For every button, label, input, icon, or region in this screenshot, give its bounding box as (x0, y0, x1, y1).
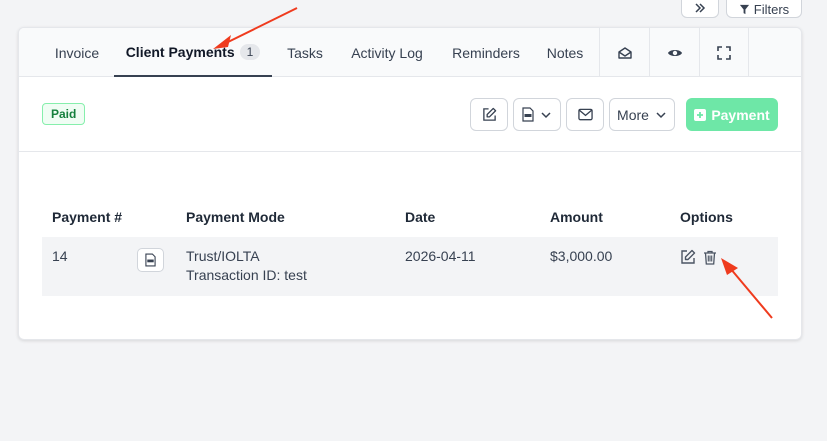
payment-pdf-button[interactable] (137, 248, 164, 272)
payment-number: 14 (52, 248, 68, 264)
envelope-open-icon (617, 46, 632, 59)
edit-payment-button[interactable] (679, 248, 697, 266)
tab-label: Client Payments (125, 43, 235, 60)
tab-label: Tasks (287, 44, 323, 61)
delete-payment-button[interactable] (701, 248, 719, 266)
tab-fullscreen[interactable] (699, 28, 749, 77)
tab-preview[interactable] (649, 28, 699, 77)
chevron-down-icon (656, 111, 666, 118)
expand-icon (717, 45, 731, 60)
tab-activity-log[interactable]: Activity Log (345, 28, 429, 77)
tab-tasks[interactable]: Tasks (280, 28, 330, 77)
tab-notes[interactable]: Notes (541, 28, 589, 77)
tab-client-payments[interactable]: Client Payments 1 (114, 28, 272, 77)
column-header-date: Date (405, 209, 436, 225)
add-payment-button[interactable]: Payment (686, 98, 778, 131)
tab-reminders[interactable]: Reminders (447, 28, 525, 77)
tab-bar: Invoice Client Payments 1 Tasks Activity… (19, 28, 801, 77)
funnel-icon (739, 4, 749, 14)
edit-invoice-button[interactable] (470, 98, 508, 131)
tab-label: Activity Log (351, 44, 423, 61)
envelope-icon (577, 108, 593, 121)
trash-icon (704, 250, 716, 265)
more-dropdown-button[interactable]: More (609, 98, 675, 131)
pencil-square-icon (482, 107, 496, 121)
pdf-dropdown-button[interactable] (513, 98, 561, 131)
filters-button[interactable]: Filters (726, 0, 802, 18)
tab-label: Reminders (452, 44, 520, 61)
payment-mode: Trust/IOLTA (186, 248, 260, 264)
collapse-button[interactable] (681, 0, 719, 18)
payment-date: 2026-04-11 (405, 248, 476, 264)
tab-count-badge: 1 (239, 43, 261, 60)
plus-square-icon (694, 108, 707, 121)
filters-label: Filters (753, 1, 790, 17)
status-badge: Paid (42, 103, 86, 125)
chevron-down-icon (541, 111, 551, 118)
pencil-square-icon (681, 249, 696, 264)
payment-mode-cell: Trust/IOLTA Transaction ID: test (186, 247, 307, 285)
column-header-options: Options (680, 209, 733, 225)
payment-label: Payment (711, 106, 770, 123)
tab-email[interactable] (599, 28, 649, 77)
table-row: 14 Trust/IOLTA Transaction ID: test 2026… (42, 237, 778, 296)
invoice-panel: Invoice Client Payments 1 Tasks Activity… (18, 27, 802, 340)
pdf-file-icon (145, 253, 156, 267)
double-chevron-right-icon (695, 3, 706, 13)
tab-label: Invoice (54, 44, 100, 61)
pdf-file-icon (522, 107, 534, 122)
column-header-amount: Amount (550, 209, 603, 225)
email-invoice-button[interactable] (566, 98, 604, 131)
divider (19, 151, 801, 152)
transaction-id: Transaction ID: test (186, 267, 307, 283)
column-header-payment-mode: Payment Mode (186, 209, 285, 225)
column-header-payment-number: Payment # (52, 209, 123, 225)
payment-amount: $3,000.00 (550, 248, 613, 264)
tab-label: Notes (546, 44, 584, 61)
eye-icon (667, 49, 682, 56)
tab-invoice[interactable]: Invoice (46, 28, 108, 77)
more-label: More (617, 106, 649, 123)
